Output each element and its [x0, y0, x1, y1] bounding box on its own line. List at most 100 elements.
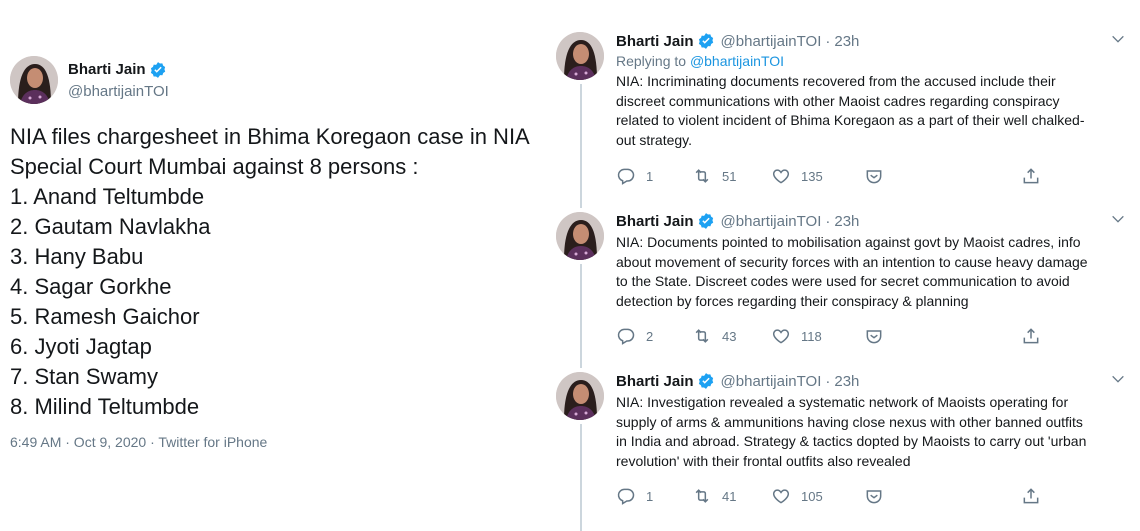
tweet-text-line: 7. Stan Swamy	[10, 364, 158, 389]
tweet-text-line: discreet communications with other Maois…	[616, 92, 1060, 109]
separator-dot: ·	[825, 212, 831, 230]
tweet-text-line: 2. Gautam Navlakha	[10, 214, 211, 239]
tweet-text: NIA: Incriminating documents recovered f…	[616, 72, 1126, 150]
reply-count: 2	[646, 328, 654, 344]
tweet-text-line: NIA: Documents pointed to mobilisation a…	[616, 234, 1081, 250]
avatar[interactable]	[556, 372, 604, 420]
tweet-text-line: in India and abroad. Strategy & tactics …	[616, 433, 1087, 449]
verified-badge-icon	[149, 61, 167, 79]
direct-message-icon	[866, 490, 882, 504]
share-icon	[1023, 328, 1039, 344]
chevron-down-icon[interactable]	[1110, 371, 1126, 387]
like-count: 118	[801, 328, 822, 344]
heart-icon	[772, 489, 790, 504]
tweet-text-line: supply of arms & ammunitions having clos…	[616, 413, 1083, 430]
reply-button[interactable]: 2	[616, 326, 653, 346]
tweet-text-line: 8. Milind Teltumbde	[10, 394, 200, 419]
direct-message-button[interactable]	[864, 166, 884, 186]
reply-button[interactable]: 1	[616, 486, 653, 506]
retweet-count: 51	[722, 168, 737, 184]
retweet-button[interactable]: 51	[692, 166, 736, 186]
tweet-text-line: NIA: Incriminating documents recovered f…	[616, 73, 1056, 89]
like-button[interactable]: 135	[771, 166, 823, 186]
main-tweet-author[interactable]: Bharti Jain @bhartijainTOI	[10, 56, 555, 104]
direct-message-button[interactable]	[864, 486, 884, 506]
tweet-time[interactable]: 23h	[834, 213, 859, 230]
chevron-down-icon[interactable]	[1110, 31, 1126, 47]
verified-badge-icon	[697, 372, 715, 390]
tweet-time[interactable]: 23h	[834, 373, 859, 390]
avatar[interactable]	[556, 212, 604, 260]
tweet-timestamp[interactable]: 6:49 AM · Oct 9, 2020	[10, 434, 146, 450]
replying-to-label: Replying to	[616, 53, 687, 69]
tweet-text-line: detection by forces regarding their cons…	[616, 292, 969, 309]
heart-icon	[772, 329, 790, 344]
retweet-count: 41	[722, 488, 737, 504]
verified-badge-icon	[697, 212, 715, 230]
author-handle[interactable]: @bhartijainTOI	[721, 213, 822, 230]
reply-count: 1	[646, 488, 654, 504]
share-button[interactable]	[1021, 326, 1041, 346]
share-icon	[1023, 488, 1039, 504]
reply-icon	[617, 328, 635, 345]
tweet-text-line: 6. Jyoti Jagtap	[10, 334, 152, 359]
tweet-text: NIA files chargesheet in Bhima Koregaon …	[10, 122, 555, 422]
reply-button[interactable]: 1	[616, 166, 653, 186]
retweet-icon	[695, 169, 709, 183]
tweet-actions: 1 41 105	[616, 485, 1106, 507]
tweet-text: NIA: Investigation revealed a systematic…	[616, 393, 1126, 471]
retweet-count: 43	[722, 328, 737, 344]
share-button[interactable]	[1021, 486, 1041, 506]
author-handle[interactable]: @bhartijainTOI	[721, 373, 822, 390]
direct-message-button[interactable]	[864, 326, 884, 346]
tweet-text: NIA: Documents pointed to mobilisation a…	[616, 233, 1126, 311]
tweet-text-line: 1. Anand Teltumbde	[10, 184, 205, 209]
reply-tweet[interactable]: Bharti Jain @bhartijainTOI · 23h Replyin…	[556, 32, 1130, 202]
author-handle[interactable]: @bhartijainTOI	[68, 83, 169, 100]
tweet-text-line: about movement of security forces with a…	[616, 253, 1088, 270]
like-button[interactable]: 105	[771, 486, 823, 506]
tweet-actions: 1 51 135	[616, 165, 1106, 187]
author-name[interactable]: Bharti Jain	[68, 61, 146, 78]
share-icon	[1023, 168, 1039, 184]
verified-badge-icon	[697, 32, 715, 50]
reply-count: 1	[646, 168, 654, 184]
replying-to: Replying to @bhartijainTOI	[616, 53, 1126, 69]
like-count: 135	[801, 168, 823, 184]
tweet-text-line: NIA files chargesheet in Bhima Koregaon …	[10, 124, 530, 149]
author-name[interactable]: Bharti Jain	[616, 373, 694, 390]
tweet-text-line: revolution' with their frontal outfits a…	[616, 452, 911, 469]
tweet-text-line: 4. Sagar Gorkhe	[10, 274, 172, 299]
direct-message-icon	[866, 170, 882, 184]
tweet-text-line: to the State. Discreet codes were used f…	[616, 273, 1070, 289]
share-button[interactable]	[1021, 166, 1041, 186]
avatar[interactable]	[556, 32, 604, 80]
tweet-actions: 2 43 118	[616, 325, 1106, 347]
main-tweet: Bharti Jain @bhartijainTOI NIA files cha…	[10, 56, 555, 450]
tweet-text-line: Special Court Mumbai against 8 persons :	[10, 154, 419, 179]
replying-to-handle-link[interactable]: @bhartijainTOI	[690, 53, 784, 69]
tweet-text-line: 5. Ramesh Gaichor	[10, 304, 200, 329]
reply-tweet[interactable]: Bharti Jain @bhartijainTOI · 23h NIA: Do…	[556, 212, 1130, 372]
author-name[interactable]: Bharti Jain	[616, 33, 694, 50]
chevron-down-icon[interactable]	[1110, 211, 1126, 227]
retweet-button[interactable]: 43	[692, 326, 736, 346]
retweet-icon	[695, 329, 709, 343]
tweet-meta: 6:49 AM · Oct 9, 2020Twitter for iPhone	[10, 434, 555, 450]
separator-dot: ·	[825, 372, 831, 390]
reply-icon	[617, 168, 635, 185]
author-handle[interactable]: @bhartijainTOI	[721, 33, 822, 50]
retweet-button[interactable]: 41	[692, 486, 736, 506]
author-name[interactable]: Bharti Jain	[616, 213, 694, 230]
tweet-time[interactable]: 23h	[834, 33, 859, 50]
reply-tweet[interactable]: Bharti Jain @bhartijainTOI · 23h NIA: In…	[556, 372, 1130, 531]
like-button[interactable]: 118	[771, 326, 822, 346]
reply-icon	[617, 488, 635, 505]
avatar[interactable]	[10, 56, 58, 104]
tweet-text-line: 3. Hany Babu	[10, 244, 144, 269]
tweet-source[interactable]: Twitter for iPhone	[146, 434, 267, 450]
separator-dot: ·	[825, 32, 831, 50]
like-count: 105	[801, 488, 823, 504]
direct-message-icon	[866, 330, 882, 344]
heart-icon	[772, 169, 790, 184]
